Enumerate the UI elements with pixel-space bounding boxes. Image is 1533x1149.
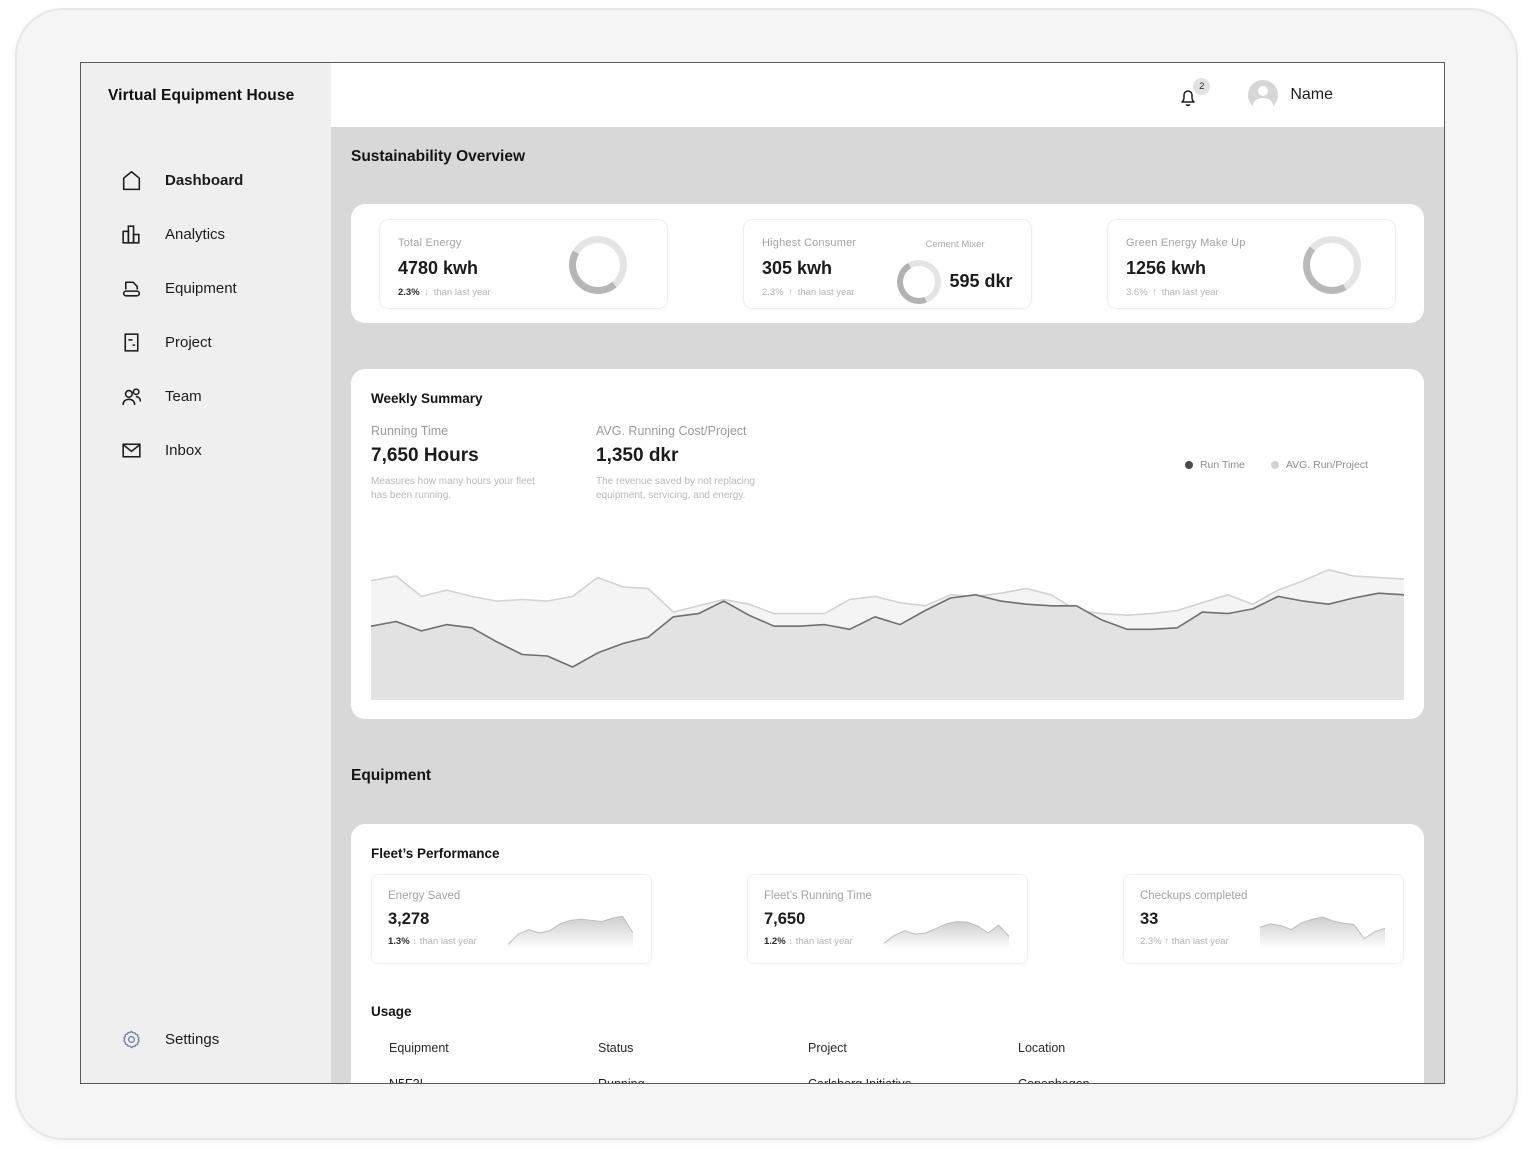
main-area: 2 Name Sustainability Overview Total Ene… [331,63,1444,1083]
sidebar-item-label: Equipment [165,280,237,297]
sidebar-item-settings[interactable]: Settings [81,1009,331,1069]
stat-card-green-energy[interactable]: Green Energy Make Up 1256 kwh 3.6% ↑ tha… [1107,219,1396,309]
sidebar-item-project[interactable]: Project [81,315,331,369]
stat-card-total-energy[interactable]: Total Energy 4780 kwh 2.3% ↓ than last y… [379,219,668,309]
home-icon [118,167,144,193]
fleet-performance-card: Fleet’s Performance Energy Saved 3,278 1… [351,824,1424,1083]
stat-label: Highest Consumer [762,237,856,249]
sparkline-chart [1260,909,1385,949]
sparkline-chart [884,909,1009,949]
sidebar-item-analytics[interactable]: Analytics [81,207,331,261]
weekly-summary-card: Weekly Summary Running Time 7,650 Hours … [351,369,1424,719]
envelope-icon [118,437,144,463]
section-title-sustainability: Sustainability Overview [351,148,1424,166]
consumer-equipment-label: Cement Mixer [925,239,984,250]
sidebar-item-dashboard[interactable]: Dashboard [81,153,331,207]
consumer-detail: Cement Mixer 595 dkr [889,237,1021,296]
sidebar-nav: Dashboard Analytics Equipment Project [81,153,331,477]
column-header[interactable]: Status [598,1041,808,1055]
mini-card-energy-saved[interactable]: Energy Saved 3,278 1.3% ↓ than last year [371,874,652,964]
donut-chart [897,260,941,304]
weekly-summary-title: Weekly Summary [371,391,1404,406]
arrow-down-icon: ↓ [788,936,793,947]
arrow-up-icon: ↑ [1152,287,1157,298]
sidebar-item-label: Team [165,388,202,405]
top-bar: 2 Name [331,63,1444,127]
legend-dot [1185,461,1193,469]
cell-project: Carlsberg Initiative [808,1077,1018,1083]
equipment-icon [118,275,144,301]
arrow-up-icon: ↑ [1164,936,1169,947]
cell-equipment: N5F2I [389,1077,598,1083]
stat-delta: 2.3% ↑ than last year [762,287,856,298]
mini-card-checkups[interactable]: Checkups completed 33 2.3% ↑ than last y… [1123,874,1404,964]
team-icon [118,383,144,409]
sidebar: Virtual Equipment House Dashboard Analyt… [81,63,331,1083]
avatar-body [1253,98,1273,110]
stat-card-highest-consumer[interactable]: Highest Consumer 305 kwh 2.3% ↑ than las… [743,219,1032,309]
chart-legend: Run Time AVG. Run/Project [1185,424,1404,503]
fleet-performance-title: Fleet’s Performance [371,846,1404,861]
usage-table-header: Equipment Status Project Location [371,1041,1404,1055]
legend-dot [1271,461,1279,469]
column-header[interactable]: Project [808,1041,1018,1055]
user-name: Name [1290,86,1333,104]
usage-title: Usage [371,1004,1404,1019]
sparkline-chart [508,909,633,949]
bar-chart-icon [118,221,144,247]
gear-icon [118,1026,144,1052]
consumer-cost-value: 595 dkr [949,271,1012,292]
weekly-stat-running-time: Running Time 7,650 Hours Measures how ma… [371,424,596,503]
donut-chart [569,236,627,294]
weekly-area-chart [371,543,1404,700]
cell-status: Running [598,1077,808,1083]
mini-card-running-time[interactable]: Fleet’s Running Time 7,650 1.2% ↓ than l… [747,874,1028,964]
sidebar-item-team[interactable]: Team [81,369,331,423]
legend-run-time[interactable]: Run Time [1185,426,1245,503]
stat-value: 305 kwh [762,258,856,279]
arrow-down-icon: ↓ [412,936,417,947]
sidebar-item-equipment[interactable]: Equipment [81,261,331,315]
arrow-up-icon: ↑ [788,287,793,298]
avatar-head [1258,86,1268,96]
cell-location: Copenhagen [1018,1077,1404,1083]
app-window: Virtual Equipment House Dashboard Analyt… [80,62,1445,1084]
avatar[interactable] [1248,80,1278,110]
arrow-down-icon: ↓ [424,287,429,298]
column-header[interactable]: Equipment [389,1041,598,1055]
sidebar-item-label: Project [165,334,212,351]
sidebar-item-label: Settings [165,1031,219,1048]
legend-avg-run[interactable]: AVG. Run/Project [1271,426,1368,503]
section-title-equipment: Equipment [351,767,1424,785]
content: Sustainability Overview Total Energy 478… [331,127,1444,1083]
usage-table: Equipment Status Project Location N5F2I … [371,1041,1404,1083]
sidebar-item-label: Dashboard [165,172,243,189]
app-title: Virtual Equipment House [81,87,331,105]
sidebar-item-label: Inbox [165,442,202,459]
sidebar-item-inbox[interactable]: Inbox [81,423,331,477]
weekly-stat-avg-cost: AVG. Running Cost/Project 1,350 dkr The … [596,424,916,503]
document-icon [118,329,144,355]
notification-badge: 2 [1193,78,1210,95]
column-header[interactable]: Location [1018,1041,1404,1055]
overview-stats-panel: Total Energy 4780 kwh 2.3% ↓ than last y… [351,204,1424,323]
notifications-button[interactable]: 2 [1176,80,1206,110]
donut-chart [1303,236,1361,294]
table-row[interactable]: N5F2I Running Carlsberg Initiative Copen… [371,1077,1404,1083]
sidebar-item-label: Analytics [165,226,225,243]
